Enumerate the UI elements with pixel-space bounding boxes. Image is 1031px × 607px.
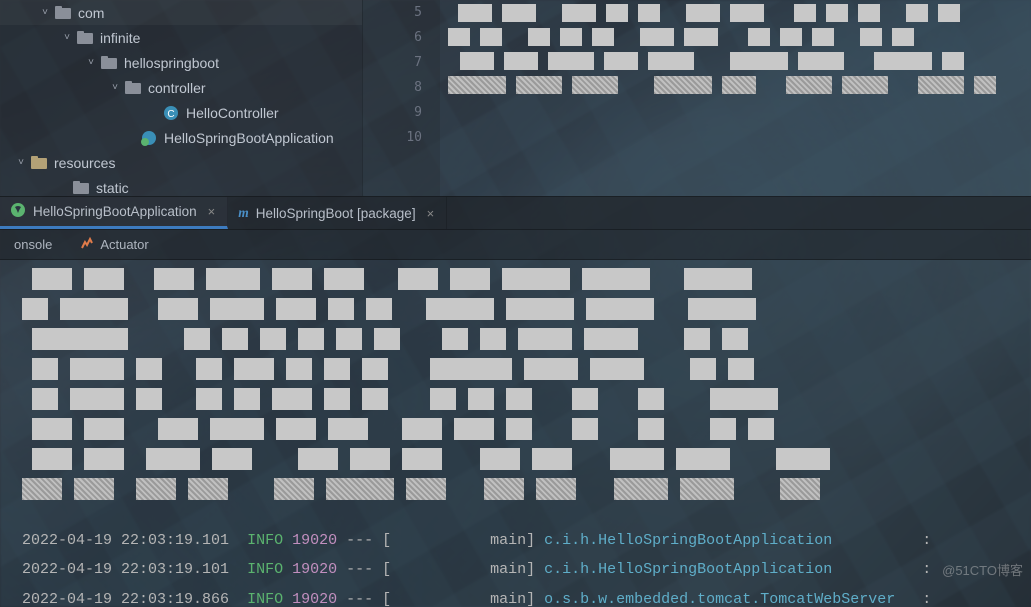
run-tabs: HelloSpringBootApplication × m HelloSpri… (0, 196, 1031, 230)
editor-gutter: 5 6 7 8 9 10 (362, 0, 440, 196)
tree-item-com[interactable]: ˅ com (0, 0, 362, 25)
run-tab-label: HelloSpringBoot [package] (256, 206, 416, 221)
chevron-down-icon: ˅ (82, 57, 100, 68)
run-tab-maven[interactable]: m HelloSpringBoot [package] × (228, 197, 447, 229)
tree-item-hellocontroller[interactable]: C HelloController (0, 100, 362, 125)
tree-label: infinite (100, 30, 140, 46)
class-icon: C (162, 105, 180, 121)
console-sub-tabs: onsole Actuator (0, 230, 1031, 260)
chevron-down-icon: ˅ (106, 82, 124, 93)
line-number: 5 (363, 0, 440, 25)
folder-icon (54, 5, 72, 21)
actuator-icon (80, 236, 94, 253)
folder-icon (76, 30, 94, 46)
sub-tab-label: onsole (14, 237, 52, 252)
close-icon[interactable]: × (208, 204, 216, 219)
chevron-down-icon: ˅ (58, 32, 76, 43)
tree-label: HelloSpringBootApplication (164, 130, 334, 146)
tree-item-resources[interactable]: ˅ resources (0, 150, 362, 175)
maven-icon: m (238, 205, 249, 221)
log-line: 2022-04-19 22:03:19.866 INFO 19020 --- [… (22, 585, 1009, 607)
project-tree[interactable]: ˅ com ˅ infinite ˅ hellospringboot ˅ (0, 0, 362, 196)
log-line: 2022-04-19 22:03:19.101 INFO 19020 --- [… (22, 555, 1009, 584)
tree-label: controller (148, 80, 206, 96)
svg-text:C: C (167, 109, 174, 120)
resources-folder-icon (30, 155, 48, 171)
folder-icon (124, 80, 142, 96)
folder-icon (72, 180, 90, 196)
line-number: 6 (363, 25, 440, 50)
close-icon[interactable]: × (427, 206, 435, 221)
top-area: ˅ com ˅ infinite ˅ hellospringboot ˅ (0, 0, 1031, 196)
tree-label: hellospringboot (124, 55, 219, 71)
tree-item-infinite[interactable]: ˅ infinite (0, 25, 362, 50)
line-number: 8 (363, 75, 440, 100)
sub-tab-label: Actuator (100, 237, 148, 252)
run-tab-application[interactable]: HelloSpringBootApplication × (0, 197, 228, 229)
tree-label: com (78, 5, 104, 21)
line-number: 10 (363, 125, 440, 150)
tree-item-hellospringboot[interactable]: ˅ hellospringboot (0, 50, 362, 75)
log-line: 2022-04-19 22:03:19.101 INFO 19020 --- [… (22, 526, 1009, 555)
tree-item-controller[interactable]: ˅ controller (0, 75, 362, 100)
spring-icon (10, 202, 26, 221)
sub-tab-actuator[interactable]: Actuator (66, 230, 162, 259)
log-output: 2022-04-19 22:03:19.101 INFO 19020 --- [… (0, 512, 1031, 607)
tree-item-application[interactable]: HelloSpringBootApplication (0, 125, 362, 150)
line-number: 7 (363, 50, 440, 75)
line-number: 9 (363, 100, 440, 125)
ascii-banner-editor (440, 0, 1031, 104)
run-tab-label: HelloSpringBootApplication (33, 204, 197, 219)
chevron-down-icon: ˅ (12, 157, 30, 168)
ascii-banner-console (0, 260, 1031, 512)
editor-area[interactable] (440, 0, 1031, 196)
spring-boot-icon (140, 130, 158, 146)
folder-icon (100, 55, 118, 71)
tree-label: HelloController (186, 105, 279, 121)
sub-tab-console[interactable]: onsole (0, 230, 66, 259)
chevron-down-icon: ˅ (36, 7, 54, 18)
tree-label: resources (54, 155, 115, 171)
console-area[interactable]: 2022-04-19 22:03:19.101 INFO 19020 --- [… (0, 260, 1031, 607)
tree-label: static (96, 180, 129, 196)
